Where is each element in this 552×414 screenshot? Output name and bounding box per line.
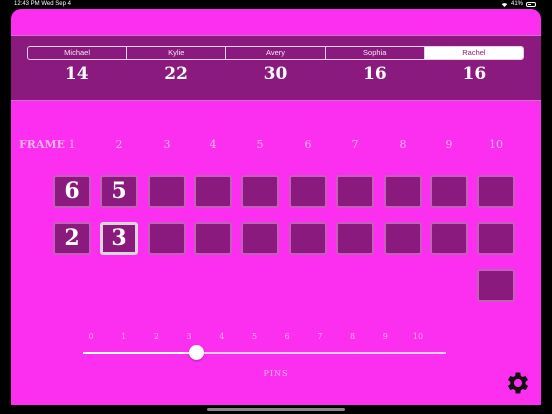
player-tab-kylie[interactable]: Kylie	[127, 47, 227, 59]
status-right: 41%	[501, 1, 536, 7]
pins-caption: PINS	[263, 369, 289, 378]
pin-count-label: 3	[186, 332, 192, 341]
frame-9-roll1-box[interactable]	[430, 175, 468, 208]
frame-5-roll2-box[interactable]	[241, 222, 279, 255]
player-tab-michael[interactable]: Michael	[28, 47, 128, 59]
frame-7-roll1-box[interactable]	[336, 175, 374, 208]
frame-number: 9	[445, 138, 453, 151]
frame-number: 10	[489, 138, 503, 151]
pin-count-label: 4	[219, 332, 225, 341]
player-tab-sophia[interactable]: Sophia	[326, 47, 425, 59]
frame-8-roll2-box[interactable]	[384, 222, 422, 255]
player-segmented-control: Michael Kylie Avery Sophia Rachel	[27, 46, 524, 60]
player-tab-rachel[interactable]: Rachel	[424, 47, 523, 59]
pin-count-label: 9	[382, 332, 388, 341]
frame-4-roll2-box[interactable]	[194, 222, 232, 255]
app-screen: Michael Kylie Avery Sophia Rachel 14 22 30 16 16…	[11, 9, 541, 405]
frame-10-roll3-box[interactable]	[477, 269, 515, 302]
pin-count-label: 0	[88, 332, 94, 341]
pin-count-label: 7	[317, 332, 323, 341]
frame-7-roll2-box[interactable]	[336, 222, 374, 255]
frame-6-roll1-box[interactable]	[289, 175, 327, 208]
frame-9-roll2-box[interactable]	[430, 222, 468, 255]
pin-count-label: 6	[284, 332, 290, 341]
frame-number: 2	[115, 138, 123, 151]
frame-8-roll1-box[interactable]	[384, 175, 422, 208]
player-score-avery: 30	[263, 64, 288, 84]
frames-header: FRAME 1 2 3 4 5 6 7 8 9 10	[11, 136, 541, 154]
home-indicator	[207, 408, 345, 411]
frame-1-roll2-box[interactable]: 2	[53, 222, 91, 255]
wifi-icon	[501, 2, 508, 7]
frame-2-roll1-box[interactable]: 5	[100, 175, 138, 208]
frame-2-roll2-box[interactable]: 3	[100, 222, 138, 255]
frame-number: 3	[163, 138, 171, 151]
player-score-rachel: 16	[462, 64, 487, 84]
pin-count-label: 10	[412, 332, 424, 341]
pins-slider-fill	[83, 352, 197, 354]
pin-count-label: 2	[153, 332, 159, 341]
pin-count-label: 8	[350, 332, 356, 341]
frame-10-roll1-box[interactable]	[477, 175, 515, 208]
player-tab-avery[interactable]: Avery	[226, 47, 326, 59]
frame-5-roll1-box[interactable]	[241, 175, 279, 208]
pin-count-label: 5	[251, 332, 258, 341]
gear-icon[interactable]	[504, 369, 532, 397]
players-panel: Michael Kylie Avery Sophia Rachel 14 22 30 16 16	[11, 35, 541, 101]
pins-slider-thumb[interactable]	[189, 345, 205, 360]
battery-icon	[526, 1, 536, 7]
frame-6-roll2-box[interactable]	[289, 222, 327, 255]
frame-3-roll1-box[interactable]	[148, 175, 186, 208]
player-score-michael: 14	[64, 64, 89, 84]
frame-number: 1	[68, 138, 76, 151]
player-scores: 14 22 30 16 16	[27, 64, 524, 84]
frame-number: 8	[399, 138, 407, 151]
frame-10-roll2-box[interactable]	[477, 222, 515, 255]
player-score-sophia: 16	[363, 64, 387, 84]
frame-number: 7	[351, 138, 359, 151]
frame-4-roll1-box[interactable]	[194, 175, 232, 208]
pins-scale: 0 1 2 3 4 5 6 7 8 9 10	[11, 332, 541, 344]
battery-percent: 41%	[510, 1, 523, 7]
frame-number: 4	[209, 138, 217, 151]
frame-1-roll1-box[interactable]: 6	[53, 175, 91, 208]
player-score-kylie: 22	[164, 64, 188, 84]
frame-number: 5	[256, 138, 264, 151]
pin-count-label: 1	[121, 332, 127, 341]
frame-number: 6	[304, 138, 312, 151]
status-time: 12:43 PM Wed Sep 4	[14, 1, 71, 7]
frame-3-roll2-box[interactable]	[148, 222, 186, 255]
